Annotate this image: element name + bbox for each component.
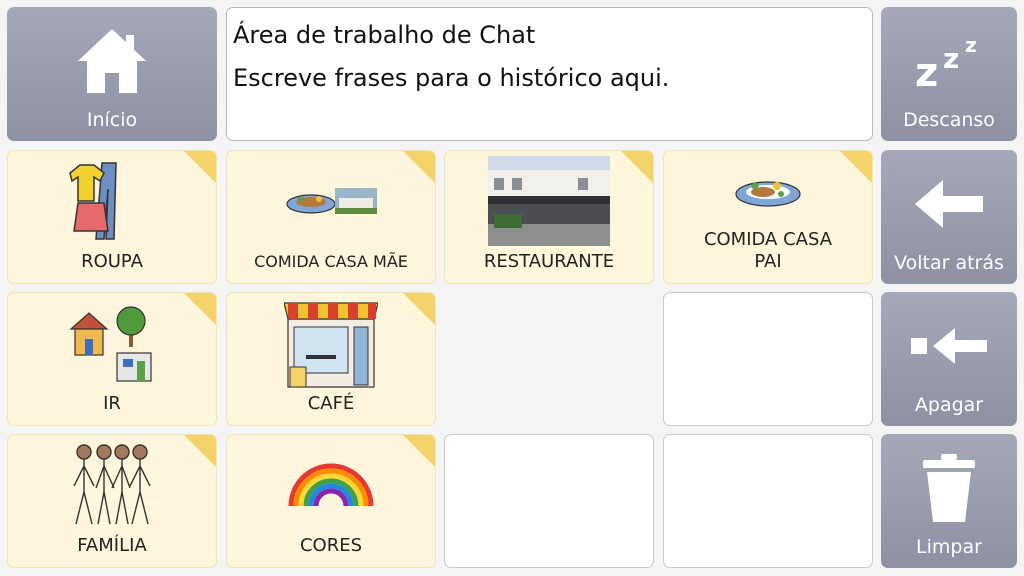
tile-label: RESTAURANTE <box>483 251 615 272</box>
tile-label: CORES <box>299 535 363 556</box>
go-places-icon <box>8 293 216 393</box>
tile-comida-casa-mae[interactable]: COMIDA CASA MÃE <box>226 150 436 284</box>
chat-hint: Escreve frases para o histórico aqui. <box>233 64 670 92</box>
tile-restaurante[interactable]: RESTAURANTE <box>444 150 654 284</box>
family-icon <box>8 435 216 535</box>
rest-button[interactable]: z z z Descanso <box>881 7 1017 141</box>
empty-cell <box>444 434 654 568</box>
tile-label: COMIDA CASA PAI <box>703 229 833 272</box>
back-label: Voltar atrás <box>894 252 1004 274</box>
home-label: Início <box>86 109 138 131</box>
tile-cafe[interactable]: CAFÉ <box>226 292 436 426</box>
svg-text:z: z <box>943 42 959 75</box>
home-icon <box>76 7 148 109</box>
tile-ir[interactable]: IR <box>7 292 217 426</box>
svg-text:z: z <box>965 33 977 57</box>
tile-cores[interactable]: CORES <box>226 434 436 568</box>
tile-familia[interactable]: FAMÍLIA <box>7 434 217 568</box>
empty-cell <box>663 292 873 426</box>
erase-label: Apagar <box>914 394 984 416</box>
arrow-left-icon <box>913 150 985 252</box>
restaurant-photo <box>445 151 653 251</box>
sleep-zzz-icon: z z z <box>913 7 985 109</box>
trash-icon <box>919 434 979 536</box>
chat-workspace[interactable]: Área de trabalho de Chat Escreve frases … <box>226 7 873 141</box>
back-button[interactable]: Voltar atrás <box>881 150 1017 284</box>
tile-label: IR <box>103 393 121 414</box>
food-plate-icon <box>664 151 872 229</box>
home-button[interactable]: Início <box>7 7 217 141</box>
rest-label: Descanso <box>903 109 995 131</box>
clear-button[interactable]: Limpar <box>881 434 1017 568</box>
tile-roupa[interactable]: ROUPA <box>7 150 217 284</box>
tile-label: FAMÍLIA <box>77 535 147 556</box>
svg-text:z: z <box>915 50 938 90</box>
tile-label: CAFÉ <box>307 393 355 414</box>
erase-button[interactable]: Apagar <box>881 292 1017 426</box>
clothes-icon <box>8 151 216 251</box>
chat-title: Área de trabalho de Chat <box>233 21 536 49</box>
backspace-icon <box>909 292 989 394</box>
tile-label: COMIDA CASA MÃE <box>254 252 408 271</box>
tile-comida-casa-pai[interactable]: COMIDA CASA PAI <box>663 150 873 284</box>
empty-cell <box>663 434 873 568</box>
cafe-icon <box>227 293 435 393</box>
tile-label: ROUPA <box>81 251 143 272</box>
food-house-icon <box>227 151 435 251</box>
clear-label: Limpar <box>916 536 982 558</box>
rainbow-icon <box>227 435 435 535</box>
